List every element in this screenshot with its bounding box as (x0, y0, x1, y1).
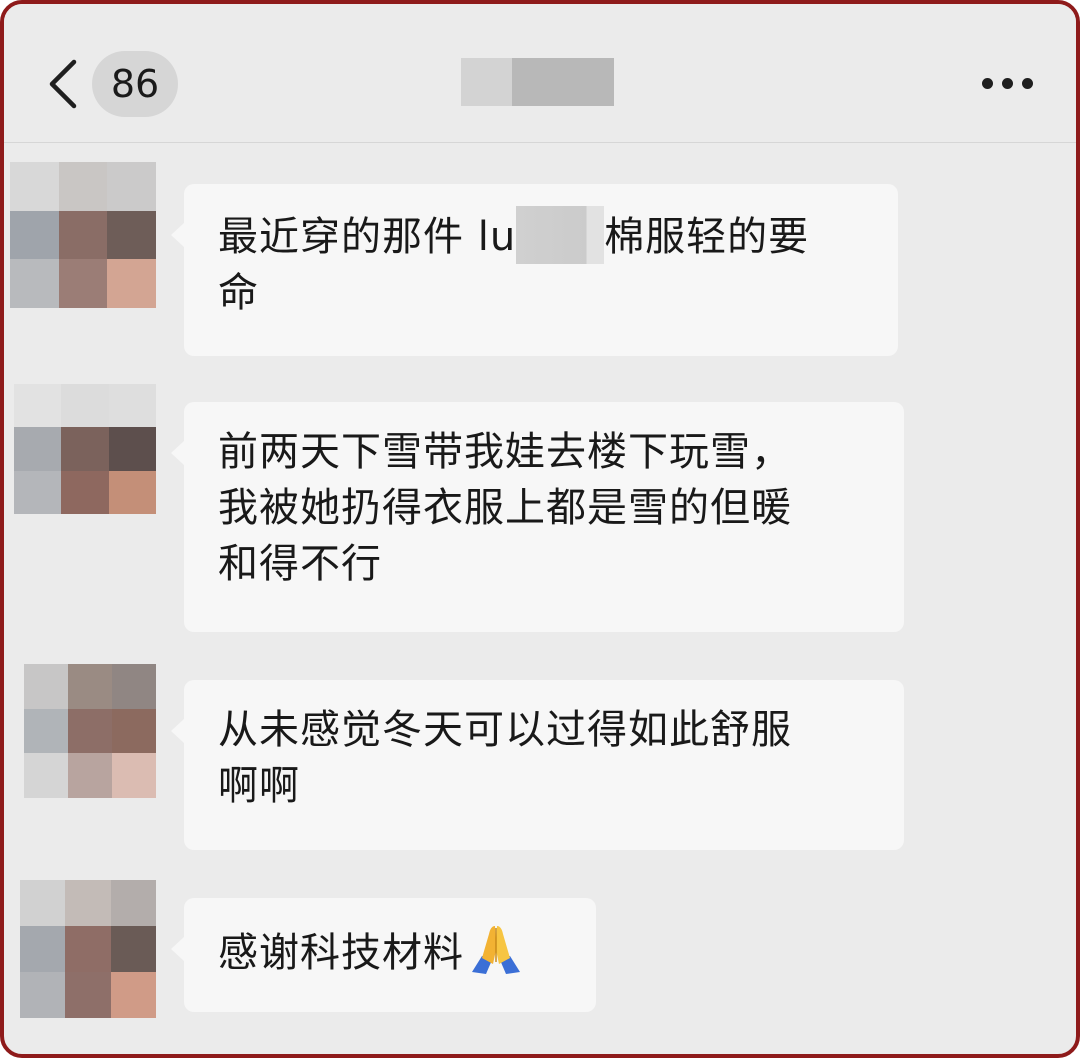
more-dot (1002, 78, 1013, 89)
message-bubble[interactable]: 前两天下雪带我娃去楼下玩雪， 我被她扔得衣服上都是雪的但暖 和得不行 (171, 402, 904, 632)
redacted-text (516, 206, 605, 264)
avatar[interactable] (20, 880, 156, 1018)
message-bubble[interactable]: 最近穿的那件 lu 棉服轻的要 命 (171, 184, 898, 356)
avatar[interactable] (24, 664, 156, 798)
back-button[interactable] (40, 54, 88, 114)
avatar[interactable] (14, 384, 156, 514)
more-dot (1022, 78, 1033, 89)
avatar[interactable] (10, 162, 156, 308)
more-dot (982, 78, 993, 89)
message-bubble[interactable]: 从未感觉冬天可以过得如此舒服 啊啊 (171, 680, 904, 850)
chat-header: 86 (4, 4, 1076, 143)
chat-title-redacted (461, 58, 614, 106)
chevron-left-icon (49, 59, 77, 109)
chat-window: 86 最近穿的那件 lu 棉服轻的要 命 前两天下雪带我娃去楼下玩雪， 我被她扔得… (0, 0, 1080, 1058)
message-text: 感谢科技材料 (218, 930, 464, 976)
folded-hands-icon (472, 926, 520, 974)
message-bubble[interactable]: 感谢科技材料 (171, 898, 596, 1012)
unread-count-badge[interactable]: 86 (92, 51, 178, 117)
message-text: 最近穿的那件 lu (218, 214, 517, 260)
more-options-button[interactable] (976, 64, 1038, 104)
